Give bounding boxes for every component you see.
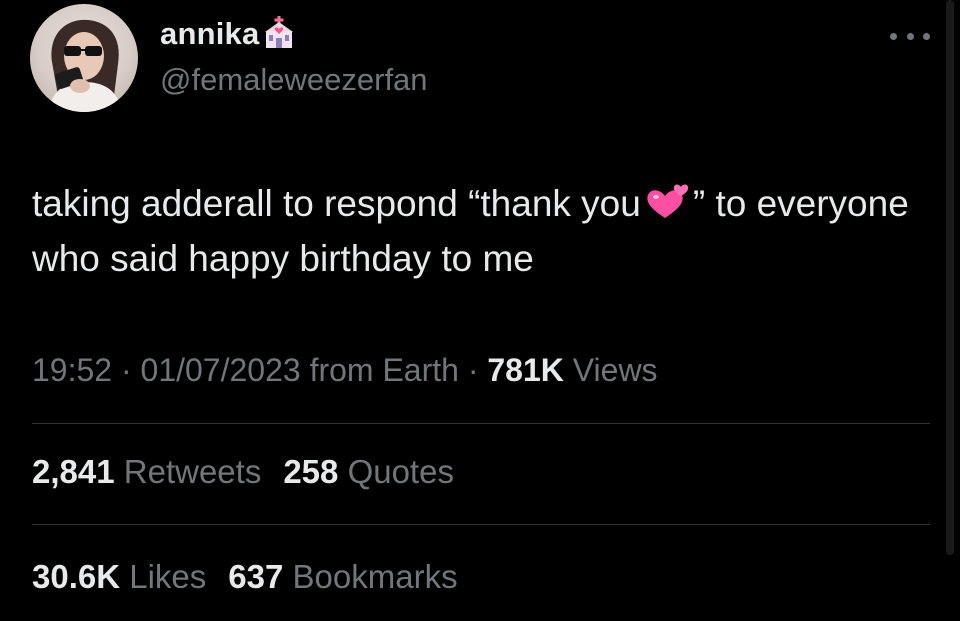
- quotes-stat[interactable]: 258 Quotes: [283, 453, 454, 491]
- engagement-row-1: 2,841 Retweets 258 Quotes: [32, 453, 454, 491]
- wedding-chapel-icon: [262, 15, 296, 49]
- likes-count: 30.6K: [32, 558, 121, 595]
- tweet-text-part1: taking adderall to respond “thank you: [32, 183, 641, 224]
- tweet-meta: 19:52 · 01/07/2023 from Earth · 781K Vie…: [32, 352, 658, 389]
- tweet-text: taking adderall to respond “thank you ” …: [32, 176, 912, 286]
- bookmarks-label: Bookmarks: [292, 558, 458, 595]
- tweet-detail: annika @femaleweezerfan taking adderall …: [0, 0, 960, 621]
- likes-stat[interactable]: 30.6K Likes: [32, 558, 206, 596]
- dot-icon: [890, 32, 897, 40]
- dot-icon: [906, 32, 914, 40]
- retweets-label: Retweets: [123, 453, 262, 490]
- bookmarks-stat[interactable]: 637 Bookmarks: [228, 558, 457, 596]
- quotes-label: Quotes: [347, 453, 454, 490]
- scrollbar[interactable]: [946, 0, 954, 555]
- divider: [32, 423, 930, 424]
- quotes-count: 258: [283, 453, 339, 490]
- divider: [32, 524, 930, 525]
- retweets-count: 2,841: [32, 453, 115, 490]
- display-name-row[interactable]: annika: [160, 14, 296, 54]
- meta-separator: ·: [458, 352, 488, 388]
- likes-label: Likes: [129, 558, 207, 595]
- views-count: 781K: [487, 352, 564, 388]
- retweets-stat[interactable]: 2,841 Retweets: [32, 453, 261, 491]
- tweet-date[interactable]: 01/07/2023: [141, 352, 301, 388]
- more-horizontal-icon[interactable]: [890, 26, 930, 46]
- user-handle[interactable]: @femaleweezerfan: [160, 62, 428, 98]
- two-hearts-icon: [643, 182, 693, 222]
- dot-icon: [923, 32, 930, 40]
- tweet-time[interactable]: 19:52: [32, 352, 112, 388]
- display-name[interactable]: annika: [160, 16, 259, 52]
- tweet-source: from Earth: [300, 352, 459, 388]
- avatar[interactable]: [30, 4, 138, 112]
- meta-separator: ·: [112, 352, 141, 388]
- bookmarks-count: 637: [228, 558, 284, 595]
- views-label: Views: [563, 352, 658, 388]
- engagement-row-2: 30.6K Likes 637 Bookmarks: [32, 558, 458, 596]
